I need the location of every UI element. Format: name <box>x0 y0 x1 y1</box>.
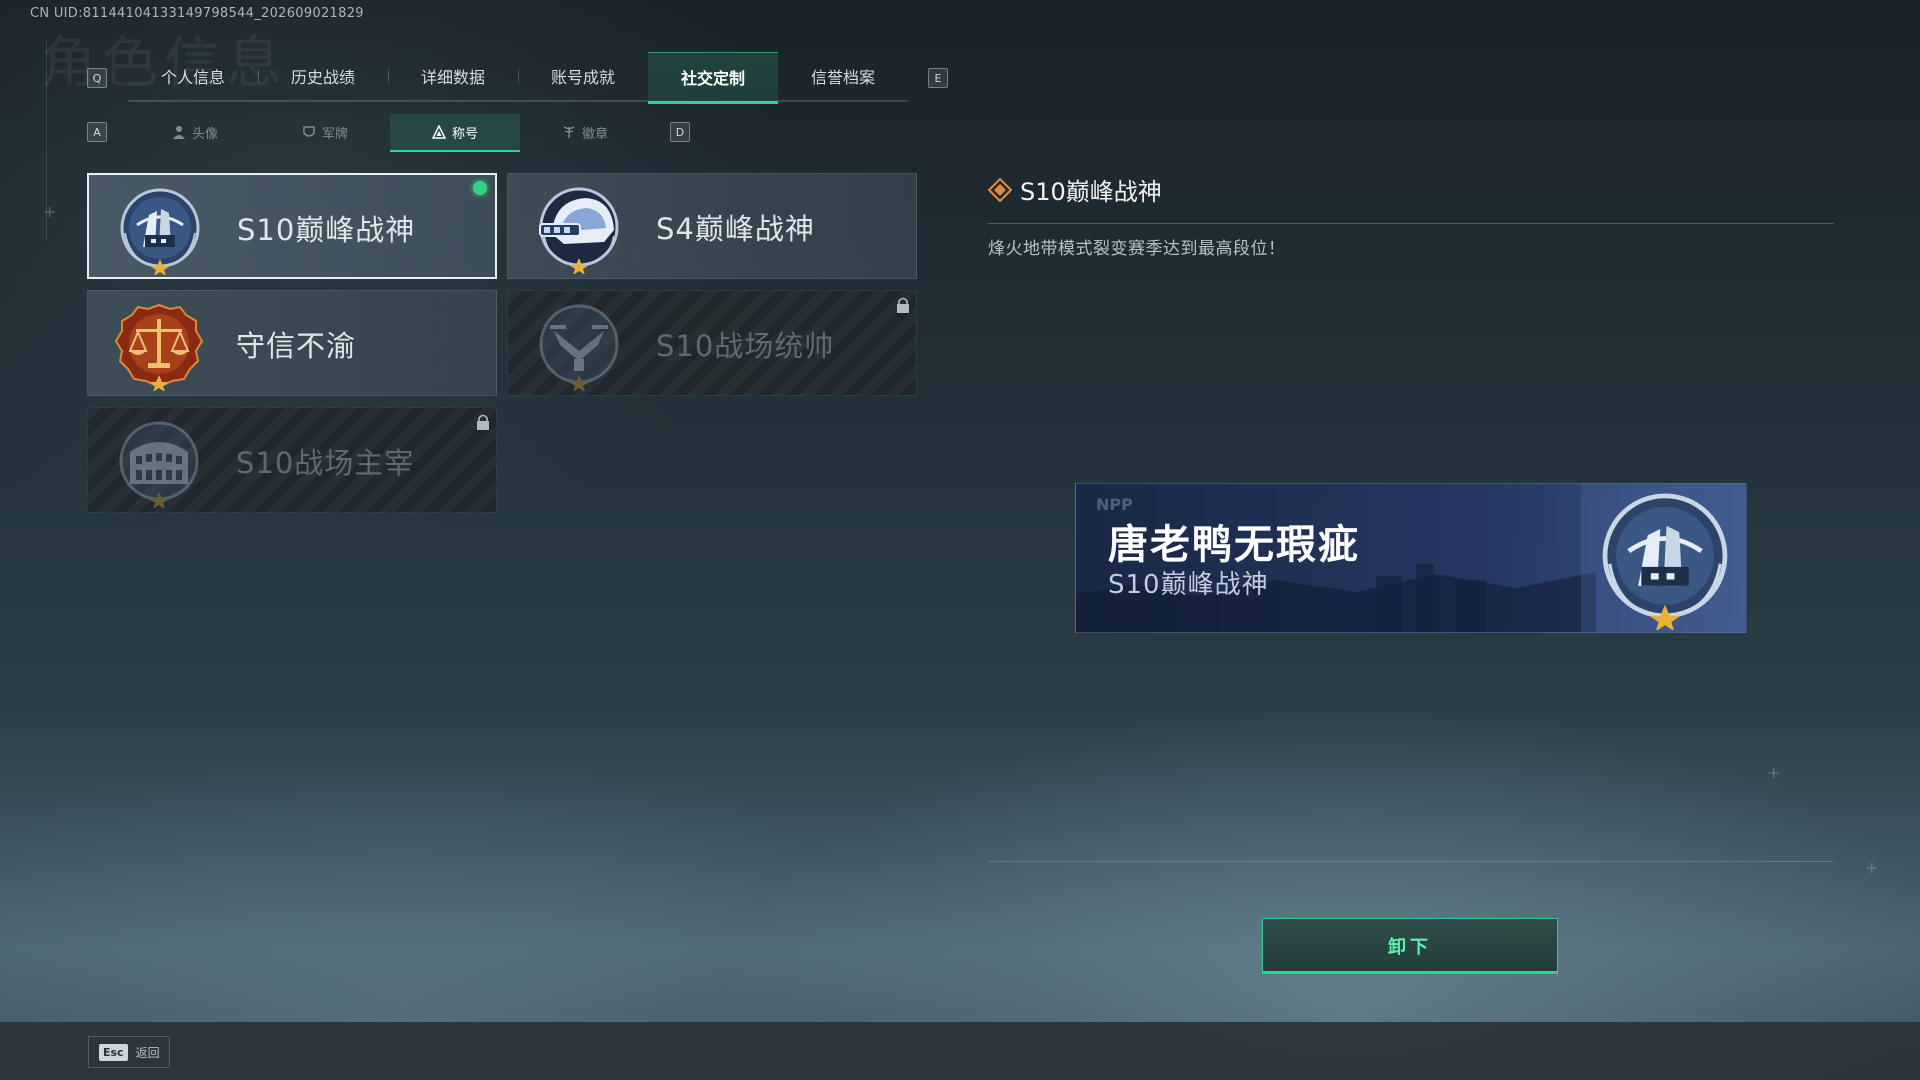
sub-tab-bar: 头像 军牌 称号 徽章 <box>130 114 650 152</box>
subtab-badge[interactable]: 徽章 <box>520 114 650 150</box>
title-card-label: S10战场主宰 <box>236 446 415 480</box>
main-tab-bar: 个人信息 历史战绩 详细数据 账号成就 社交定制 信誉档案 <box>128 52 908 104</box>
title-card-keep-faith[interactable]: 守信不渝 <box>87 290 497 396</box>
subtab-dogtag[interactable]: 军牌 <box>260 114 390 150</box>
nameplate-preview: NPP 唐老鸭无瑕疵 S10巅峰战神 <box>1075 483 1747 633</box>
back-button[interactable]: Esc 返回 <box>88 1036 170 1068</box>
tower-badge-icon <box>120 188 200 275</box>
title-card-s10-commander[interactable]: S10战场统帅 <box>507 290 917 396</box>
plus-decoration-icon: + <box>43 202 57 221</box>
plus-decoration-icon: + <box>1865 858 1879 877</box>
diamond-icon <box>988 177 1012 202</box>
subtab-title[interactable]: 称号 <box>390 114 520 152</box>
tab-match-history[interactable]: 历史战绩 <box>258 52 388 100</box>
plus-decoration-icon: + <box>1767 763 1781 782</box>
back-label: 返回 <box>135 1045 160 1060</box>
subtab-label: 头像 <box>191 126 218 142</box>
detail-divider <box>988 223 1834 224</box>
person-icon <box>172 126 185 139</box>
title-card-label: 守信不渝 <box>236 329 357 363</box>
tab-reputation[interactable]: 信誉档案 <box>778 52 908 100</box>
subtab-avatar[interactable]: 头像 <box>130 114 260 150</box>
next-sub-tab-key[interactable]: D <box>670 122 690 142</box>
footer-bar <box>0 1022 1920 1080</box>
detail-header: S10巅峰战神 <box>988 172 1162 207</box>
next-main-tab-key[interactable]: E <box>928 68 948 88</box>
triangle-icon <box>431 125 446 139</box>
player-title: S10巅峰战神 <box>1108 570 1269 600</box>
colosseum-badge-icon <box>119 421 199 508</box>
prev-sub-tab-key[interactable]: A <box>87 122 107 142</box>
wings-icon <box>563 126 575 138</box>
title-card-label: S10战场统帅 <box>656 329 835 363</box>
aircraft-badge-icon <box>539 304 619 391</box>
player-name: 唐老鸭无瑕疵 <box>1108 522 1360 568</box>
lock-icon <box>897 297 909 313</box>
subtab-label: 称号 <box>451 126 478 142</box>
title-card-s4-peak[interactable]: S4巅峰战神 <box>507 173 917 279</box>
bottom-divider <box>988 861 1834 862</box>
helmet-badge-icon <box>539 187 619 274</box>
shield-icon <box>303 126 315 137</box>
equipped-indicator <box>473 181 487 195</box>
unequip-button[interactable]: 卸下 <box>1262 918 1558 974</box>
scales-badge-icon <box>114 303 204 391</box>
esc-key: Esc <box>99 1043 128 1061</box>
tower-badge-icon <box>1602 493 1728 630</box>
tab-achievements[interactable]: 账号成就 <box>518 52 648 100</box>
title-card-s10-dominator[interactable]: S10战场主宰 <box>87 407 497 513</box>
prev-main-tab-key[interactable]: Q <box>87 68 107 88</box>
subtab-label: 军牌 <box>321 126 348 142</box>
subtab-label: 徽章 <box>581 126 608 142</box>
detail-title: S10巅峰战神 <box>1020 178 1162 206</box>
lock-icon <box>477 414 489 430</box>
title-card-label: S10巅峰战神 <box>237 213 416 247</box>
tab-social-custom[interactable]: 社交定制 <box>648 52 778 104</box>
detail-description: 烽火地带模式裂变赛季达到最高段位！ <box>988 239 1286 259</box>
title-card-s10-peak[interactable]: S10巅峰战神 <box>87 173 497 279</box>
tab-personal-info[interactable]: 个人信息 <box>128 52 258 100</box>
title-card-label: S4巅峰战神 <box>656 212 815 246</box>
tab-detailed-data[interactable]: 详细数据 <box>388 52 518 100</box>
